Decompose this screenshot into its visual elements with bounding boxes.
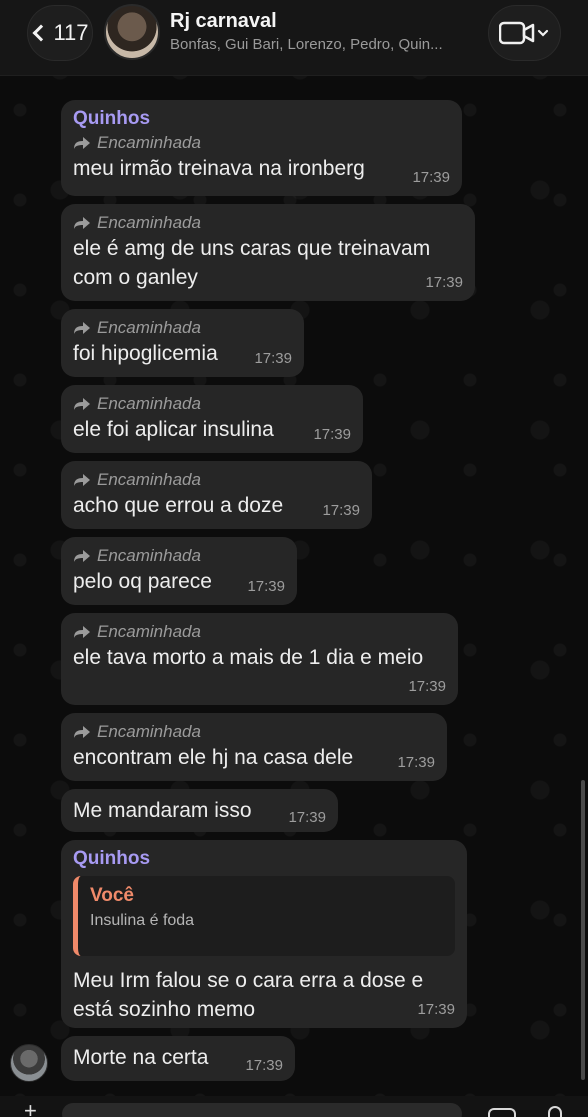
- video-camera-icon: [499, 21, 549, 45]
- forward-arrow-icon: [74, 726, 90, 738]
- forwarded-label: Encaminhada: [73, 393, 351, 415]
- message-time: 17:39: [417, 1001, 455, 1018]
- message-text: ele é amg de uns caras que treinavam com…: [73, 237, 431, 289]
- message-bubble[interactable]: Encaminhada ele tava morto a mais de 1 d…: [61, 613, 458, 705]
- message-time: 17:39: [425, 274, 463, 291]
- message-text: meu irmão treinava na ironberg: [73, 157, 365, 180]
- forward-arrow-icon: [74, 550, 90, 562]
- chevron-down-icon: [537, 29, 549, 37]
- quoted-sender: Você: [90, 885, 135, 906]
- chevron-left-icon: [32, 24, 50, 42]
- sender-name[interactable]: Quinhos: [73, 848, 455, 870]
- sender-avatar[interactable]: [10, 1044, 48, 1082]
- camera-icon[interactable]: [488, 1108, 516, 1117]
- forward-arrow-icon: [74, 626, 90, 638]
- message-time: 17:39: [245, 1057, 283, 1074]
- message-bubble[interactable]: Quinhos Você Insulina é foda Meu Irm fal…: [61, 840, 467, 1028]
- forward-arrow-icon: [74, 322, 90, 334]
- forwarded-label: Encaminhada: [73, 212, 463, 234]
- message-bubble[interactable]: Encaminhada ele é amg de uns caras que t…: [61, 204, 475, 301]
- video-call-button[interactable]: [488, 5, 561, 61]
- microphone-icon[interactable]: [548, 1106, 562, 1117]
- group-avatar[interactable]: [104, 4, 160, 60]
- forwarded-label: Encaminhada: [73, 545, 285, 567]
- sender-name[interactable]: Quinhos: [73, 108, 450, 130]
- quoted-reply[interactable]: Você Insulina é foda: [73, 876, 455, 956]
- message-text: encontram ele hj na casa dele: [73, 746, 354, 769]
- message-time: 17:39: [254, 350, 292, 367]
- message-text: ele tava morto a mais de 1 dia e meio: [73, 646, 424, 669]
- unread-count: 117: [53, 20, 89, 45]
- message-time: 17:39: [322, 502, 360, 519]
- message-bubble[interactable]: Quinhos Encaminhada meu irmão treinava n…: [61, 100, 462, 196]
- message-time: 17:39: [397, 754, 435, 771]
- forward-arrow-icon: [74, 217, 90, 229]
- message-bubble[interactable]: Encaminhada acho que errou a doze 17:39: [61, 461, 372, 529]
- message-text: ele foi aplicar insulina: [73, 418, 274, 441]
- message-bubble[interactable]: Encaminhada foi hipoglicemia 17:39: [61, 309, 304, 377]
- forwarded-label: Encaminhada: [73, 721, 435, 743]
- chat-header: 117 Rj carnaval Bonfas, Gui Bari, Lorenz…: [0, 0, 588, 76]
- message-input[interactable]: [62, 1103, 462, 1117]
- forwarded-label: Encaminhada: [73, 621, 446, 643]
- message-bubble[interactable]: Encaminhada pelo oq parece 17:39: [61, 537, 297, 605]
- forward-arrow-icon: [74, 474, 90, 486]
- message-time: 17:39: [247, 578, 285, 595]
- message-time: 17:39: [288, 809, 326, 826]
- message-bubble[interactable]: Morte na certa 17:39: [61, 1036, 295, 1081]
- plus-icon[interactable]: +: [24, 1100, 40, 1117]
- message-bubble[interactable]: Encaminhada ele foi aplicar insulina 17:…: [61, 385, 363, 453]
- scrollbar[interactable]: [581, 780, 585, 1080]
- forward-arrow-icon: [74, 398, 90, 410]
- forwarded-label: Encaminhada: [73, 469, 360, 491]
- message-text: acho que errou a doze: [73, 494, 284, 517]
- message-time: 17:39: [412, 169, 450, 186]
- message-bubble[interactable]: Me mandaram isso 17:39: [61, 789, 338, 832]
- message-text: Meu Irm falou se o cara erra a dose e es…: [73, 969, 424, 1021]
- chat-title[interactable]: Rj carnaval: [170, 10, 277, 33]
- back-button[interactable]: 117: [27, 5, 93, 61]
- message-bubble[interactable]: Encaminhada encontram ele hj na casa del…: [61, 713, 447, 781]
- forward-arrow-icon: [74, 137, 90, 149]
- message-time: 17:39: [313, 426, 351, 443]
- forwarded-label: Encaminhada: [73, 132, 450, 154]
- message-time: 17:39: [408, 678, 446, 695]
- chat-participants[interactable]: Bonfas, Gui Bari, Lorenzo, Pedro, Quin..…: [170, 36, 475, 53]
- forwarded-label: Encaminhada: [73, 317, 292, 339]
- quoted-text: Insulina é foda: [90, 912, 195, 929]
